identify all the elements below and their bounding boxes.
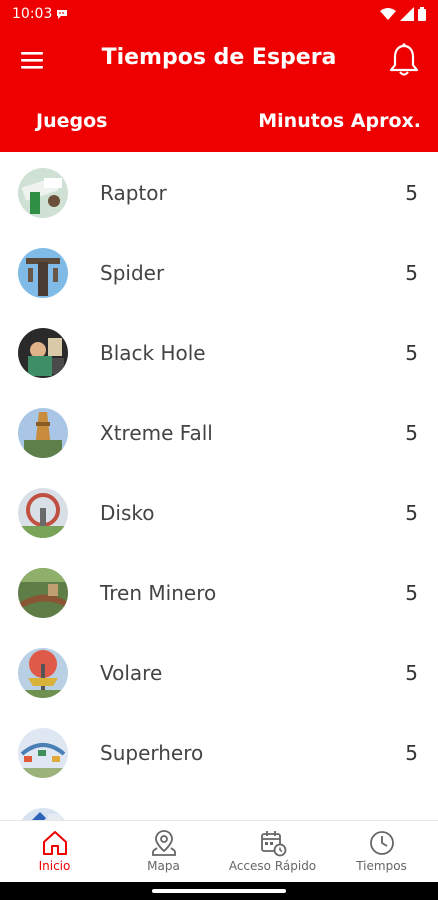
wait-time: 5 xyxy=(405,741,418,765)
ride-thumbnail xyxy=(18,648,68,698)
column-rides-label: Juegos xyxy=(36,110,108,132)
page-title: Tiempos de Espera xyxy=(101,45,337,70)
nav-label: Inicio xyxy=(38,859,71,873)
list-item[interactable] xyxy=(0,792,438,820)
ride-name: Spider xyxy=(100,261,165,285)
nav-tiempos[interactable]: Tiempos xyxy=(327,821,436,883)
ride-thumbnail xyxy=(18,568,68,618)
bell-icon xyxy=(389,43,419,76)
list-item[interactable]: Xtreme Fall 5 xyxy=(0,392,438,472)
nav-acceso-rapido[interactable]: Acceso Rápido xyxy=(218,821,327,883)
signal-icon xyxy=(400,7,414,21)
notifications-button[interactable] xyxy=(386,40,422,80)
wait-time: 5 xyxy=(405,181,418,205)
ride-name: Xtreme Fall xyxy=(100,421,213,445)
wait-time: 5 xyxy=(405,261,418,285)
notification-chat-icon xyxy=(56,8,68,24)
home-gesture-handle[interactable] xyxy=(152,889,286,893)
bottom-navigation: Inicio Mapa Acceso Rápido Tiempos xyxy=(0,820,438,883)
ride-thumbnail xyxy=(18,408,68,458)
ride-name: Tren Minero xyxy=(100,581,217,605)
ride-name: Black Hole xyxy=(100,341,206,365)
nav-label: Acceso Rápido xyxy=(228,859,317,873)
ride-name: Disko xyxy=(100,501,155,525)
ride-thumbnail xyxy=(18,808,68,820)
nav-mapa[interactable]: Mapa xyxy=(109,821,218,883)
ride-name: Raptor xyxy=(100,181,167,205)
map-pin-icon xyxy=(151,830,176,856)
column-header: Juegos Minutos Aprox. xyxy=(0,90,438,152)
wait-time: 5 xyxy=(405,501,418,525)
ride-thumbnail xyxy=(18,488,68,538)
nav-inicio[interactable]: Inicio xyxy=(0,821,109,883)
home-icon xyxy=(42,831,67,855)
wait-time: 5 xyxy=(405,341,418,365)
list-item[interactable]: Raptor 5 xyxy=(0,152,438,232)
status-bar: 10:03 xyxy=(0,0,438,30)
list-item[interactable]: Tren Minero 5 xyxy=(0,552,438,632)
list-item[interactable]: Black Hole 5 xyxy=(0,312,438,392)
ride-thumbnail xyxy=(18,728,68,778)
wait-time: 5 xyxy=(405,421,418,445)
calendar-clock-icon xyxy=(260,831,286,857)
battery-icon xyxy=(418,7,426,21)
ride-name: Superhero xyxy=(100,741,204,765)
system-navigation-bar xyxy=(0,882,438,900)
list-item[interactable]: Volare 5 xyxy=(0,632,438,712)
list-item[interactable]: Disko 5 xyxy=(0,472,438,552)
ride-thumbnail xyxy=(18,168,68,218)
status-icons xyxy=(380,7,426,21)
wait-time: 5 xyxy=(405,661,418,685)
ride-list: Raptor 5 Spider 5 Black Hole 5 Xtreme Fa… xyxy=(0,152,438,820)
nav-label: Tiempos xyxy=(356,859,407,873)
status-time: 10:03 xyxy=(12,6,53,22)
app-bar: Tiempos de Espera xyxy=(0,30,438,90)
nav-label: Mapa xyxy=(147,859,180,873)
list-item[interactable]: Superhero 5 xyxy=(0,712,438,792)
clock-icon xyxy=(369,831,394,855)
column-minutes-label: Minutos Aprox. xyxy=(258,110,421,132)
list-item[interactable]: Spider 5 xyxy=(0,232,438,312)
wifi-icon xyxy=(380,8,396,20)
wait-time: 5 xyxy=(405,581,418,605)
ride-name: Volare xyxy=(100,661,163,685)
ride-thumbnail xyxy=(18,328,68,378)
ride-thumbnail xyxy=(18,248,68,298)
